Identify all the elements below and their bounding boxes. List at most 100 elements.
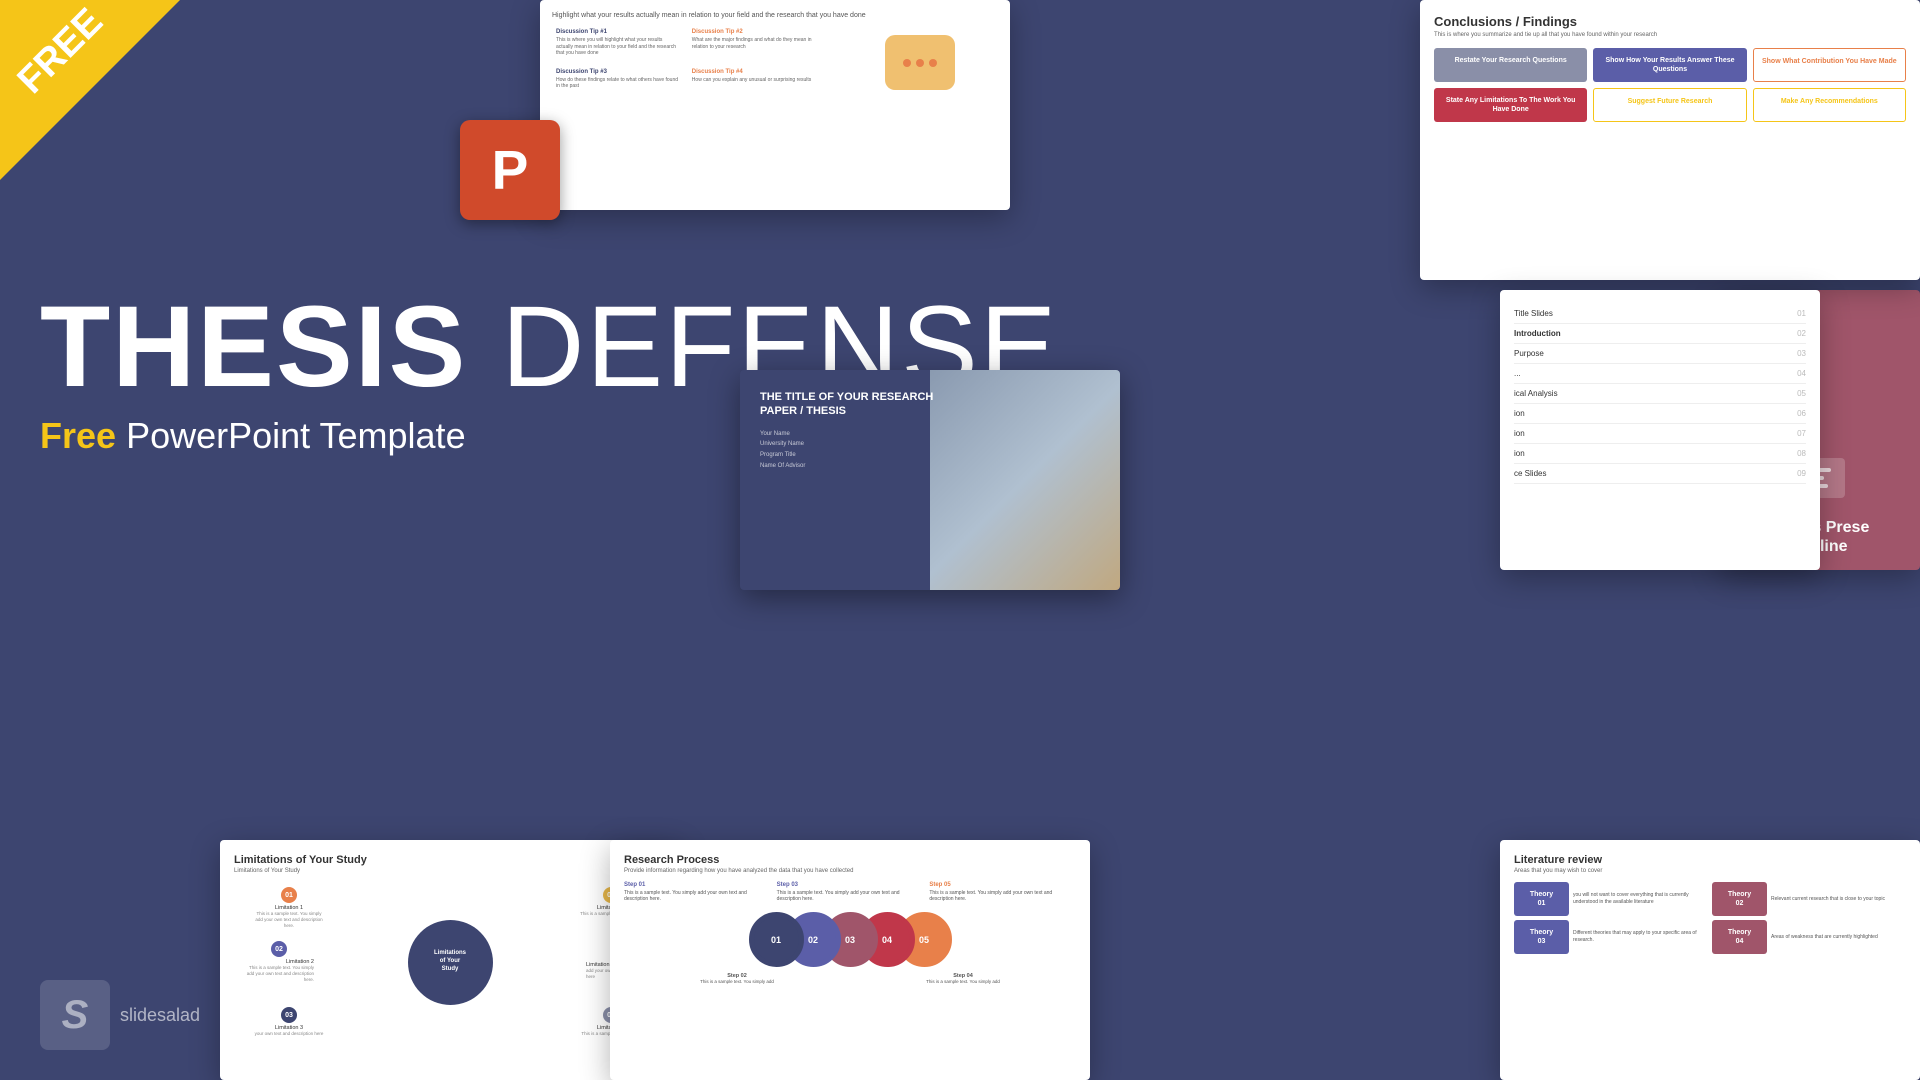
theory-01-desc: you will not want to cover everything th… [1573, 892, 1708, 906]
title-slide-content: THE TITLE OF YOUR RESEARCH PAPER / THESI… [760, 390, 947, 472]
toc-num-4: 04 [1797, 369, 1806, 378]
theory-01-box: Theory01 [1514, 882, 1569, 916]
lim-label-1: Limitation 1This is a sample text. You s… [254, 905, 324, 929]
disc-item-3: Discussion Tip #3 How do these findings … [552, 65, 684, 94]
step-05-text: Step 05 This is a sample text. You simpl… [929, 882, 1076, 902]
lim-label-2: Limitation 2This is a sample text. You s… [244, 959, 314, 983]
slide-literature: Literature review Areas that you may wis… [1500, 840, 1920, 1080]
toc-num-1: 01 [1797, 309, 1806, 318]
person-photo [930, 370, 1120, 590]
discussion-grid: Discussion Tip #1 This is where you will… [552, 25, 820, 94]
toc-row-8: ion 08 [1514, 444, 1806, 464]
disc-item-1: Discussion Tip #1 This is where you will… [552, 25, 684, 61]
conc-box-5: Suggest Future Research [1593, 88, 1746, 122]
lim-item-2: 02 Limitation 2This is a sample text. Yo… [244, 941, 314, 983]
author-name: Your Name [760, 429, 947, 440]
theory-03-box: Theory03 [1514, 920, 1569, 954]
toc-num-8: 08 [1797, 449, 1806, 458]
toc-row-5: ical Analysis 05 [1514, 384, 1806, 404]
disc-label-3: Discussion Tip #3 [556, 69, 680, 75]
discussion-title-small: Highlight what your results actually mea… [552, 12, 998, 19]
limitations-center: 01 Limitation 1This is a sample text. Yo… [234, 882, 666, 1042]
step-03-desc: This is a sample text. You simply add yo… [777, 890, 900, 902]
advisor-name: Name Of Advisor [760, 461, 947, 472]
disc-label-4: Discussion Tip #4 [692, 69, 816, 75]
toc-num-5: 05 [1797, 389, 1806, 398]
research-steps-top: Step 01 This is a sample text. You simpl… [624, 882, 1076, 902]
slide-research-process: Research Process Provide information reg… [610, 840, 1090, 1080]
slide-research-title: THE TITLE OF YOUR RESEARCH PAPER / THESI… [740, 370, 1120, 590]
research-process-subtitle: Provide information regarding how you ha… [624, 868, 1076, 874]
disc-text-3: How do these findings relate to what oth… [556, 77, 680, 90]
toc-label-2: Introduction [1514, 329, 1561, 338]
toc-label-3: Purpose [1514, 349, 1544, 358]
toc-row-6: ion 06 [1514, 404, 1806, 424]
lim-item-3: 03 Limitation 3your own text and descrip… [254, 1007, 324, 1037]
literature-subtitle: Areas that you may wish to cover [1514, 868, 1906, 874]
step-01-text: Step 01 This is a sample text. You simpl… [624, 882, 771, 902]
conc-box-3: Show What Contribution You Have Made [1753, 48, 1906, 82]
theory-04-box: Theory04 [1712, 920, 1767, 954]
university-name: University Name [760, 439, 947, 450]
toc-num-9: 09 [1797, 469, 1806, 478]
disc-item-2: Discussion Tip #2 What are the major fin… [688, 25, 820, 61]
program-title: Program Title [760, 450, 947, 461]
toc-row-3: Purpose 03 [1514, 344, 1806, 364]
lim-label-3: Limitation 3your own text and descriptio… [254, 1025, 324, 1037]
toc-label-4: ... [1514, 369, 1521, 378]
step-02-desc: This is a sample text. You simply add [687, 979, 787, 984]
literature-grid: Theory01 you will not want to cover ever… [1514, 882, 1906, 954]
disc-text-4: How can you explain any unusual or surpr… [692, 77, 816, 84]
logo-icon-box: S [40, 980, 110, 1050]
toc-label-5: ical Analysis [1514, 389, 1558, 398]
limitations-subtitle: Limitations of Your Study [234, 868, 666, 874]
research-circles: 01 02 03 04 05 [624, 912, 1076, 967]
toc-row-9: ce Slides 09 [1514, 464, 1806, 484]
limitations-title: Limitations of Your Study [234, 854, 666, 866]
disc-text-2: What are the major findings and what do … [692, 37, 816, 50]
slide-conclusions: Conclusions / Findings This is where you… [1420, 0, 1920, 280]
conc-box-4: State Any Limitations To The Work You Ha… [1434, 88, 1587, 122]
limitations-circle: Limitationsof YourStudy [408, 920, 493, 1005]
toc-row-4: ... 04 [1514, 364, 1806, 384]
toc-row-7: ion 07 [1514, 424, 1806, 444]
theory-02-desc: Relevant current research that is close … [1771, 896, 1906, 903]
toc-label-6: ion [1514, 409, 1525, 418]
conclusions-title: Conclusions / Findings [1434, 14, 1906, 29]
toc-row-2: Introduction 02 [1514, 324, 1806, 344]
toc-num-6: 06 [1797, 409, 1806, 418]
subtitle-free: Free [40, 415, 116, 456]
title-thesis: THESIS [40, 283, 467, 411]
slidesalad-logo: S slidesalad [40, 980, 200, 1050]
discussion-icon [842, 35, 998, 90]
disc-item-4: Discussion Tip #4 How can you explain an… [688, 65, 820, 94]
theory-03-desc: Different theories that may apply to you… [1573, 930, 1708, 944]
toc-num-2: 02 [1797, 329, 1806, 338]
toc-label-8: ion [1514, 449, 1525, 458]
conclusions-grid-bottom: State Any Limitations To The Work You Ha… [1434, 88, 1906, 122]
conclusions-subtitle: This is where you summarize and tie up a… [1434, 32, 1906, 38]
step-01-label: Step 01 [624, 882, 771, 888]
theory-04-desc: Areas of weakness that are currently hig… [1771, 934, 1906, 941]
title-slide-photo [930, 370, 1120, 590]
powerpoint-icon: P [460, 120, 560, 220]
lim-item-1: 01 Limitation 1This is a sample text. Yo… [254, 887, 324, 929]
literature-title: Literature review [1514, 854, 1906, 866]
logo-name: slidesalad [120, 1005, 200, 1026]
toc-row-1: Title Slides 01 [1514, 304, 1806, 324]
disc-label-2: Discussion Tip #2 [692, 29, 816, 35]
research-heading: THE TITLE OF YOUR RESEARCH PAPER / THESI… [760, 390, 947, 419]
conc-box-6: Make Any Recommendations [1753, 88, 1906, 122]
toc-num-3: 03 [1797, 349, 1806, 358]
ppt-letter: P [492, 138, 529, 202]
slide-toc: Title Slides 01 Introduction 02 Purpose … [1500, 290, 1820, 570]
toc-label-7: ion [1514, 429, 1525, 438]
conc-box-1: Restate Your Research Questions [1434, 48, 1587, 82]
step-03-label: Step 03 [777, 882, 924, 888]
disc-text-1: This is where you will highlight what yo… [556, 37, 680, 57]
title-slide-info: Your Name University Name Program Title … [760, 429, 947, 472]
circle-01: 01 [749, 912, 804, 967]
research-process-title: Research Process [624, 854, 1076, 866]
step-01-desc: This is a sample text. You simply add yo… [624, 890, 747, 902]
subtitle-rest: PowerPoint Template [126, 415, 466, 456]
